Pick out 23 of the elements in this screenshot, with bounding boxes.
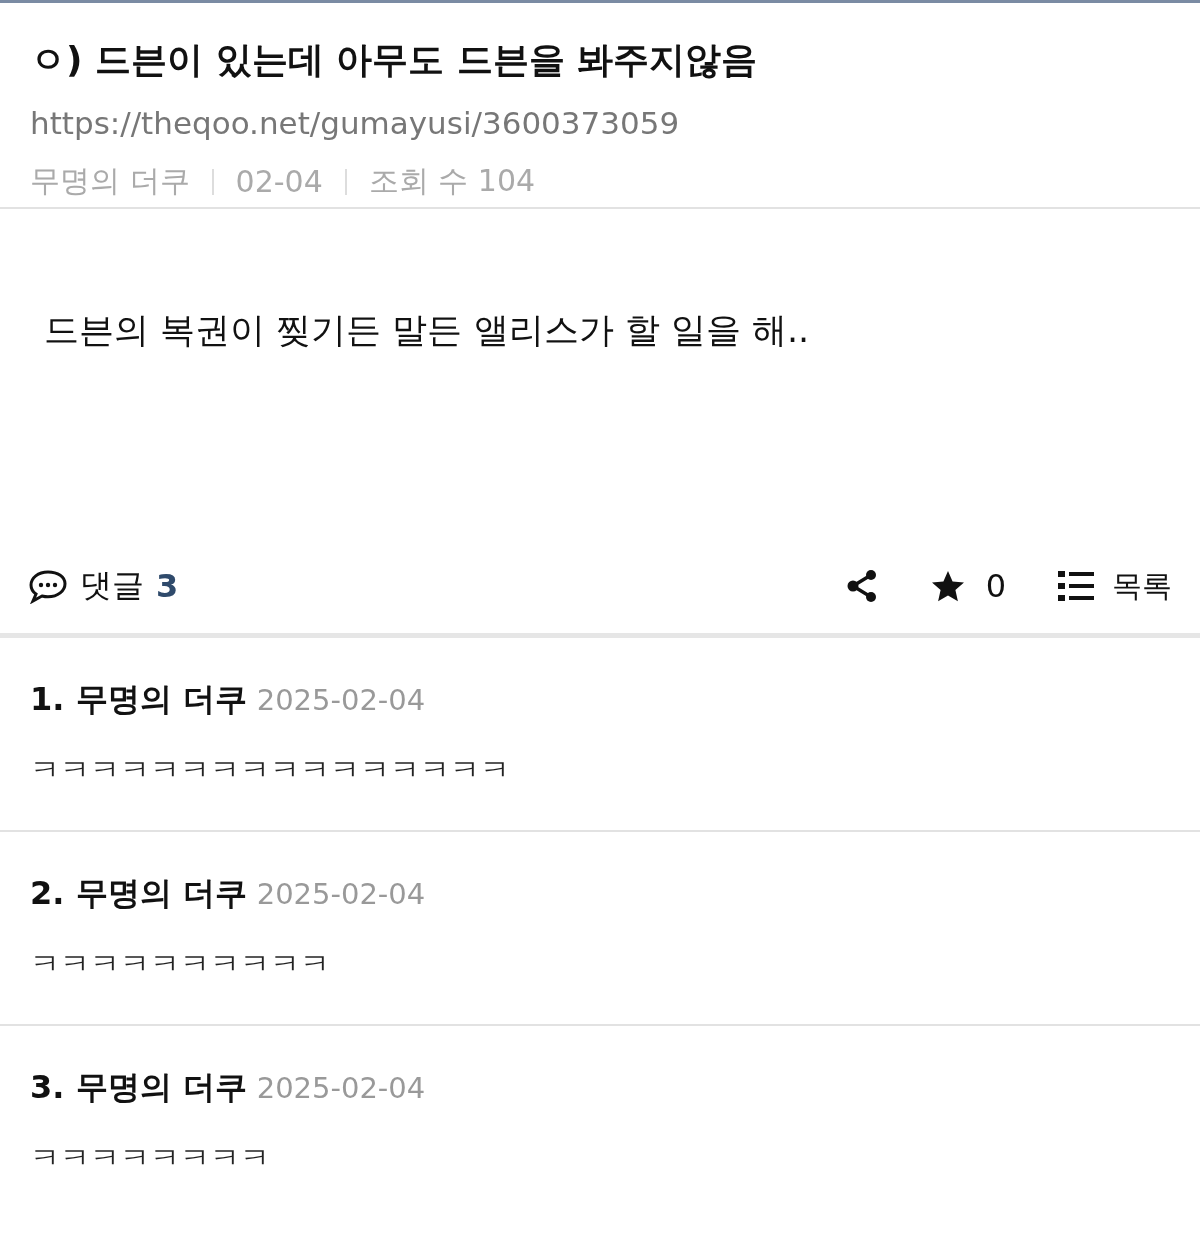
star-icon: [929, 569, 966, 603]
comments-label: 댓글: [80, 565, 144, 606]
comment-author: 3. 무명의 더쿠: [30, 1067, 247, 1108]
comment-date: 2025-02-04: [256, 877, 426, 911]
post-body-text: 드븐의 복권이 찢기든 말든 앨리스가 할 일을 해..: [43, 309, 811, 352]
list-button[interactable]: 목록: [1058, 565, 1172, 607]
comment-text: ㅋㅋㅋㅋㅋㅋㅋㅋㅋㅋ: [30, 945, 331, 983]
post-url[interactable]: https://theqoo.net/gumayusi/3600373059: [30, 101, 1170, 145]
comment-text: ㅋㅋㅋㅋㅋㅋㅋㅋ: [30, 1139, 271, 1177]
speech-bubble-icon: [28, 568, 68, 604]
list-icon: [1058, 569, 1094, 603]
comment-text: ㅋㅋㅋㅋㅋㅋㅋㅋㅋㅋㅋㅋㅋㅋㅋㅋ: [30, 751, 511, 789]
comment-author: 2. 무명의 더쿠: [30, 873, 247, 914]
share-icon: [845, 569, 878, 603]
comments-count: 3: [156, 567, 179, 605]
post-meta-text: 02-04: [235, 164, 323, 199]
comment-date: 2025-02-04: [256, 683, 426, 717]
post-meta-text: 조회 수 104: [368, 162, 536, 200]
comment-date: 2025-02-04: [256, 1071, 426, 1105]
comment-author: 1. 무명의 더쿠: [30, 679, 247, 720]
star-count: 0: [985, 567, 1006, 605]
post-meta-text: 무명의 더쿠: [30, 162, 190, 200]
post-title: ㅇ) 드븐이 있는데 아무도 드븐을 봐주지않음: [30, 38, 759, 82]
